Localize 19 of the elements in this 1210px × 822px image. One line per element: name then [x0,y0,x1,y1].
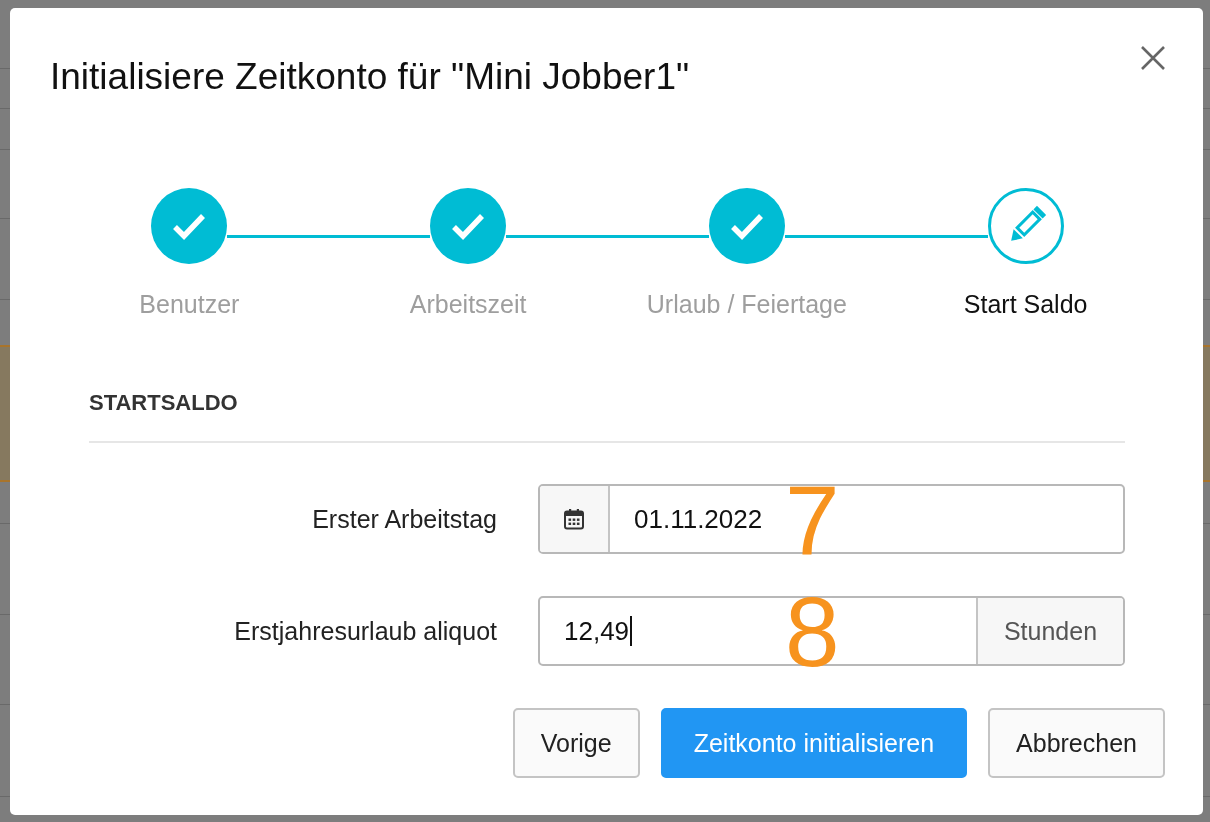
calendar-icon [562,507,586,531]
secondary-button[interactable]: Vorige [512,708,640,778]
number-field[interactable]: 12,49 [540,598,781,664]
date-field[interactable]: 01.11.2022 [610,486,781,552]
step-label: Start Saldo [963,289,1088,319]
close-icon [1141,46,1165,70]
annotation-number: 7 [785,471,840,569]
dialog-title: Initialisiere Zeitkonto für "Mini Jobber1" [50,55,690,99]
step-label: Urlaub / Feiertage [646,289,847,319]
field-label: Erster Arbeitstag [311,504,497,534]
step-label: Benutzer [139,289,240,319]
field-label: Erstjahresurlaub aliquot [233,616,497,646]
secondary-button[interactable]: Abbrechen [988,708,1165,778]
unit-addon: Stunden [976,598,1123,664]
step-label: Arbeitszeit [409,289,527,319]
calendar-button[interactable] [540,486,610,552]
section-heading: STARTSALDO [89,390,238,415]
close-button[interactable] [1141,46,1165,70]
annotation-number: 8 [785,583,840,681]
